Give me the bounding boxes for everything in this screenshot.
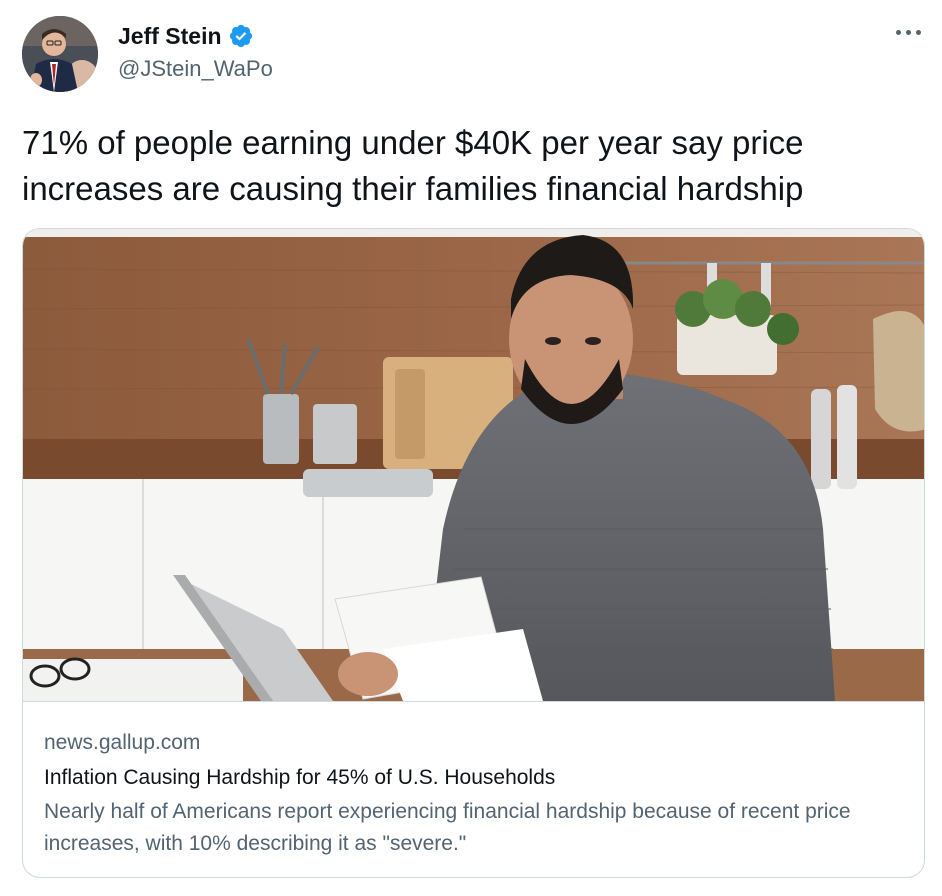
link-card-description: Nearly half of Americans report experien… (44, 800, 851, 855)
avatar[interactable] (22, 16, 98, 92)
more-horizontal-icon[interactable] (894, 26, 924, 40)
author-name-row[interactable]: Jeff Stein (118, 22, 254, 50)
verified-badge-icon (229, 24, 252, 48)
author-display-name[interactable]: Jeff Stein (118, 22, 222, 50)
avatar-photo (22, 16, 98, 92)
link-card-body: news.gallup.com Inflation Causing Hardsh… (23, 701, 924, 877)
tweet: Jeff Stein @JStein_WaPo 71% of people ea… (0, 0, 942, 896)
author-handle[interactable]: @JStein_WaPo (118, 56, 273, 82)
link-card-image[interactable] (23, 229, 925, 701)
tweet-text: 71% of people earning under $40K per yea… (22, 124, 804, 207)
link-card[interactable]: news.gallup.com Inflation Causing Hardsh… (22, 228, 925, 878)
link-card-title[interactable]: Inflation Causing Hardship for 45% of U.… (44, 764, 555, 792)
link-card-domain: news.gallup.com (44, 731, 201, 754)
